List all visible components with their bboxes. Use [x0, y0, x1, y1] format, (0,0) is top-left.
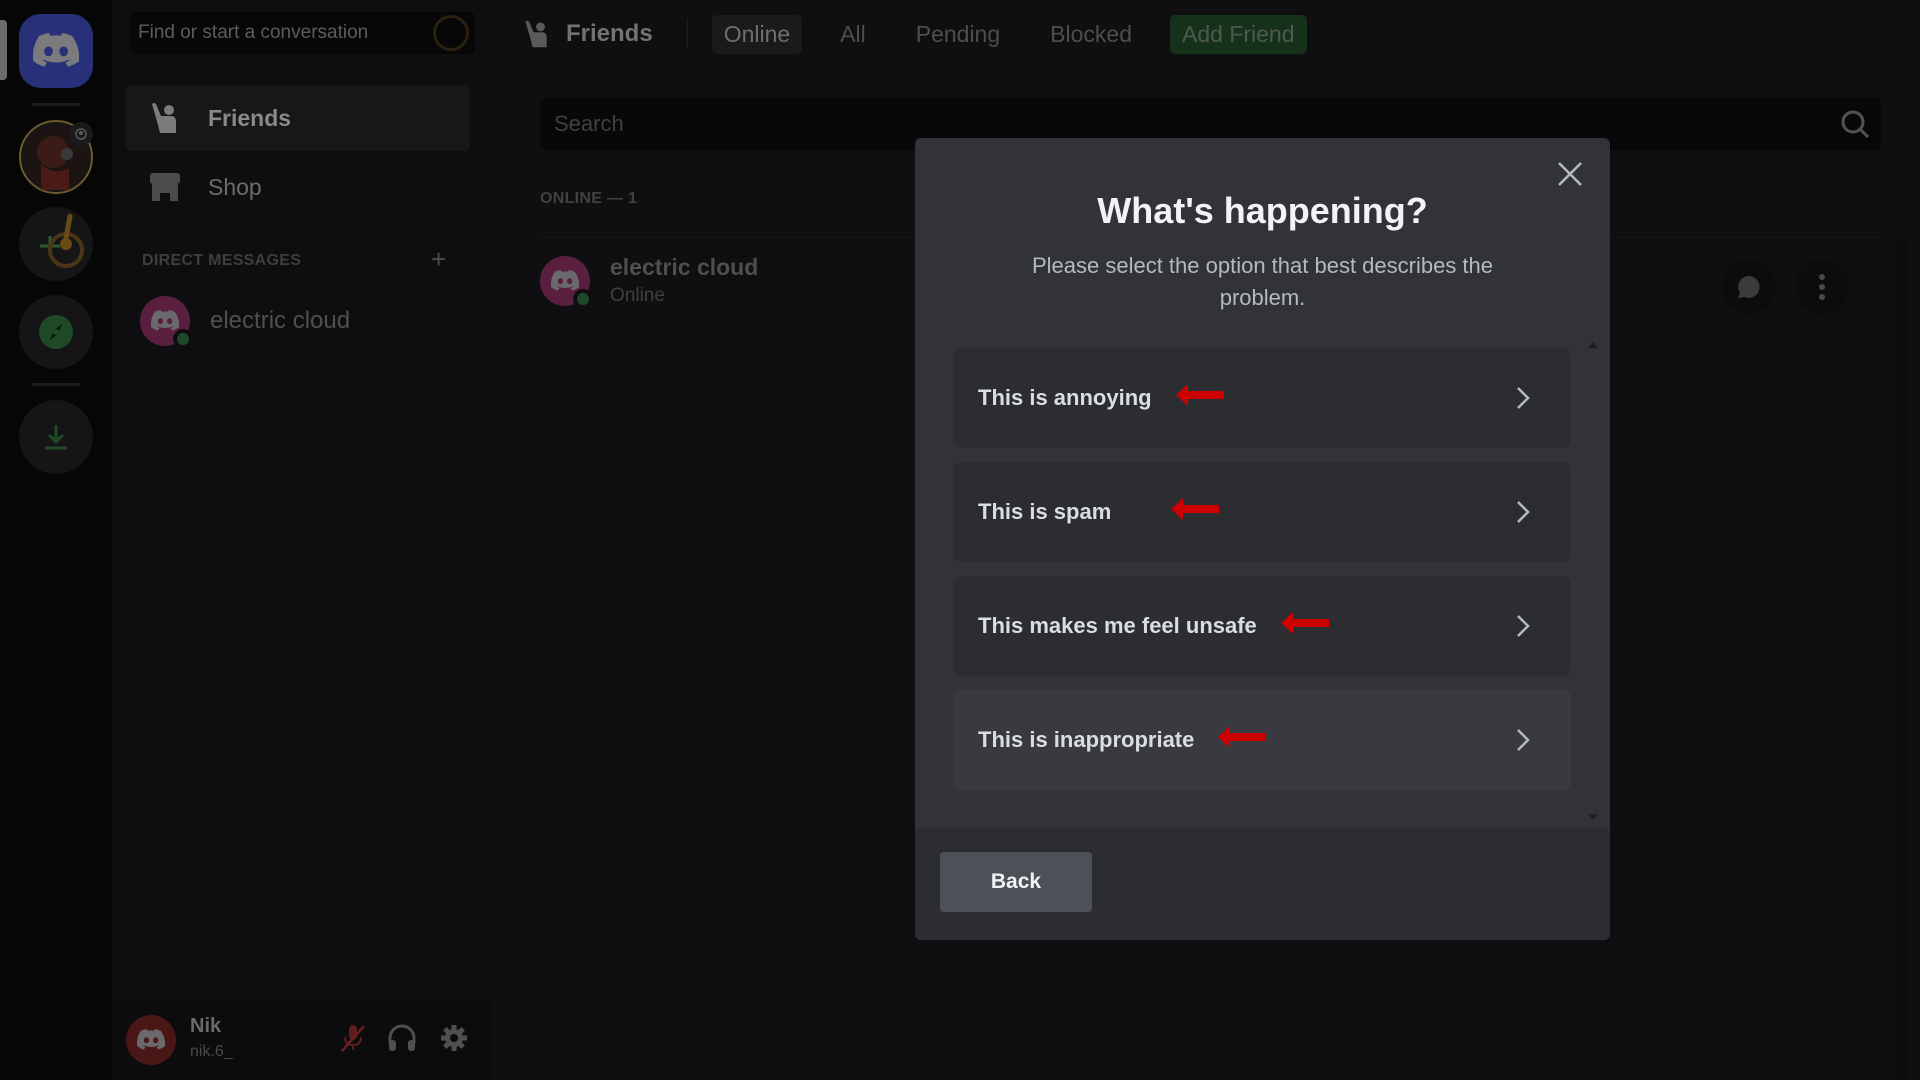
download-icon — [45, 425, 67, 450]
online-status-dot — [573, 288, 593, 309]
tab-all[interactable]: All — [828, 15, 878, 54]
direct-messages-header: DIRECT MESSAGES — [142, 252, 302, 269]
tab-pending[interactable]: Pending — [904, 15, 1012, 54]
friends-title: Friends — [522, 19, 653, 49]
topbar-divider — [686, 19, 688, 49]
option-unsafe[interactable]: This makes me feel unsafe — [953, 576, 1571, 676]
friend-status: Online — [610, 285, 665, 306]
option-label: This is inappropriate — [978, 727, 1195, 752]
mute-button[interactable] — [337, 1022, 369, 1054]
add-friend-button[interactable]: Add Friend — [1169, 14, 1307, 54]
option-annoying[interactable]: This is annoying — [953, 348, 1571, 448]
friends-search-placeholder: Search — [554, 111, 624, 136]
friends-wave-icon — [152, 103, 176, 133]
nitro-ring-icon — [433, 15, 469, 51]
discover-button[interactable] — [19, 295, 93, 369]
friends-topbar: Friends Online All Pending Blocked Add F… — [492, 0, 1920, 68]
friend-row[interactable]: electric cloud Online — [540, 254, 759, 309]
discord-logo-icon — [137, 1029, 165, 1050]
friend-avatar — [540, 255, 593, 309]
create-dm-button[interactable]: + — [431, 244, 446, 275]
user-avatar[interactable] — [126, 1015, 176, 1065]
friends-label: Friends — [208, 104, 292, 131]
option-inappropriate[interactable]: This is inappropriate — [953, 690, 1571, 790]
find-conversation-placeholder: Find or start a conversation — [138, 22, 369, 43]
annotation-arrow-icon — [1174, 382, 1226, 414]
close-button[interactable] — [1552, 156, 1588, 192]
shop-icon — [150, 173, 180, 201]
close-icon — [1558, 162, 1582, 186]
friends-title-text: Friends — [566, 20, 653, 47]
user-display-name: Nik — [190, 1015, 222, 1037]
discord-logo-icon — [551, 269, 579, 291]
download-apps-button[interactable] — [19, 400, 93, 474]
more-options-button[interactable] — [1795, 260, 1849, 314]
discord-logo-icon — [151, 310, 179, 331]
add-server-button[interactable] — [19, 207, 93, 281]
home-button[interactable] — [19, 14, 93, 88]
shop-label: Shop — [208, 173, 262, 200]
avatar — [140, 296, 193, 349]
server-avatar[interactable] — [19, 120, 93, 194]
chevron-right-icon — [1517, 387, 1530, 409]
modal-title: What's happening? — [1097, 190, 1428, 231]
report-modal: What's happening? Please select the opti… — [915, 138, 1610, 940]
annotation-arrow-icon — [1216, 724, 1268, 756]
option-label: This makes me feel unsafe — [978, 613, 1257, 638]
tab-blocked[interactable]: Blocked — [1038, 15, 1144, 54]
option-label: This is spam — [978, 499, 1112, 524]
scroll-down-arrow[interactable] — [1588, 814, 1598, 820]
option-spam[interactable]: This is spam — [953, 462, 1571, 562]
selected-indicator — [0, 20, 7, 80]
sidebar-item-shop[interactable]: Shop — [126, 154, 470, 220]
online-count-header: ONLINE — 1 — [540, 190, 638, 207]
tab-online[interactable]: Online — [711, 14, 803, 54]
report-options-list: This is annoying This is spam This makes… — [953, 348, 1571, 804]
chevron-right-icon — [1517, 615, 1530, 637]
dm-item-electric-cloud[interactable]: electric cloud — [140, 296, 351, 349]
scroll-up-arrow[interactable] — [1588, 342, 1598, 348]
stage-badge-icon — [69, 122, 93, 146]
message-button[interactable] — [1722, 260, 1776, 314]
friends-list-scrollbar[interactable] — [1890, 240, 1908, 1080]
friend-name: electric cloud — [610, 254, 759, 280]
chat-bubble-icon — [1738, 276, 1760, 298]
compass-icon — [39, 315, 73, 349]
modal-subtitle: Please select the option that best descr… — [1031, 253, 1494, 310]
discord-app: Find or start a conversation Friends Sho… — [0, 0, 1920, 1080]
annotation-arrow-icon — [1169, 496, 1221, 528]
gear-icon — [441, 1025, 467, 1051]
dm-name: electric cloud — [210, 307, 351, 334]
option-label: This is annoying — [978, 385, 1152, 410]
microphone-muted-icon — [341, 1025, 365, 1052]
online-status-dot — [173, 329, 193, 349]
modal-footer: Back — [915, 828, 1610, 940]
plus-icon — [40, 214, 84, 268]
user-handle: nik.6_ — [190, 1043, 233, 1060]
chevron-right-icon — [1517, 729, 1530, 751]
chevron-right-icon — [1517, 501, 1530, 523]
friends-wave-icon — [525, 20, 547, 48]
headphones-icon — [388, 1024, 416, 1051]
deafen-button[interactable] — [386, 1022, 418, 1054]
rail-separator — [32, 103, 80, 106]
back-button[interactable]: Back — [940, 852, 1092, 912]
search-icon — [1841, 110, 1870, 139]
more-vertical-icon — [1819, 274, 1825, 300]
annotation-arrow-icon — [1279, 610, 1331, 642]
find-conversation-input[interactable]: Find or start a conversation — [130, 12, 475, 54]
sidebar-item-friends[interactable]: Friends — [126, 85, 470, 151]
rail-separator — [32, 383, 80, 386]
user-settings-button[interactable] — [438, 1022, 470, 1054]
discord-logo-icon — [33, 33, 79, 67]
server-rail — [0, 0, 112, 1080]
